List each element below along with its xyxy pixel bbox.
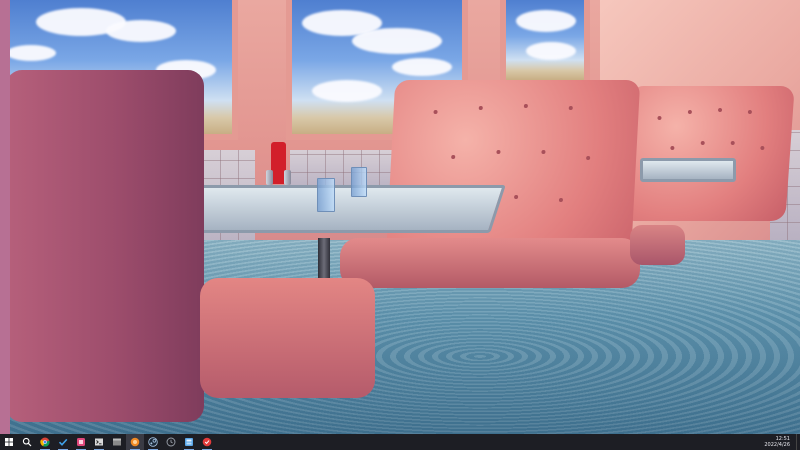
checkmark-app[interactable] [54, 434, 72, 450]
booth-center-seat [340, 238, 640, 288]
search-icon [22, 437, 32, 447]
search-button[interactable] [18, 434, 36, 450]
water-glass-right [351, 167, 367, 197]
desktop-wallpaper [0, 0, 800, 434]
checkmark-icon [58, 438, 68, 446]
blue-app-icon [185, 438, 193, 446]
chrome-app[interactable] [36, 434, 54, 450]
pink-app-icon [77, 438, 85, 446]
windows-logo-icon [5, 438, 13, 446]
booth-far-right [620, 86, 795, 221]
taskbar: 12:51 2022/4/26 [0, 434, 800, 450]
salt-shaker [266, 170, 273, 185]
terminal-icon [95, 438, 103, 446]
clock-app[interactable] [162, 434, 180, 450]
red-app-icon [202, 437, 212, 447]
blue-app[interactable] [180, 434, 198, 450]
table-far-right [640, 158, 736, 182]
tile-wall-center [290, 150, 400, 190]
steam-icon [148, 437, 158, 447]
orange-circle-icon [130, 437, 140, 447]
clock-icon [166, 437, 176, 447]
steam-app[interactable] [144, 434, 162, 450]
left-edge-column [0, 0, 10, 434]
terminal-app[interactable] [90, 434, 108, 450]
pink-app[interactable] [72, 434, 90, 450]
booth-left-seat [200, 278, 375, 398]
booth-right-seat [630, 225, 685, 265]
system-clock[interactable]: 12:51 2022/4/26 [764, 436, 796, 448]
clock-date: 2022/4/26 [764, 442, 790, 448]
table-center [184, 185, 506, 233]
start-button[interactable] [0, 434, 18, 450]
red-app[interactable] [198, 434, 216, 450]
orange-app[interactable] [126, 434, 144, 450]
gray-app[interactable] [108, 434, 126, 450]
chrome-icon [40, 437, 50, 447]
gray-window-icon [113, 438, 121, 446]
water-glass-left [317, 178, 335, 212]
show-desktop-button[interactable] [796, 434, 800, 450]
pepper-shaker [284, 170, 291, 185]
window-right [500, 0, 590, 86]
booth-left-back [6, 70, 204, 422]
